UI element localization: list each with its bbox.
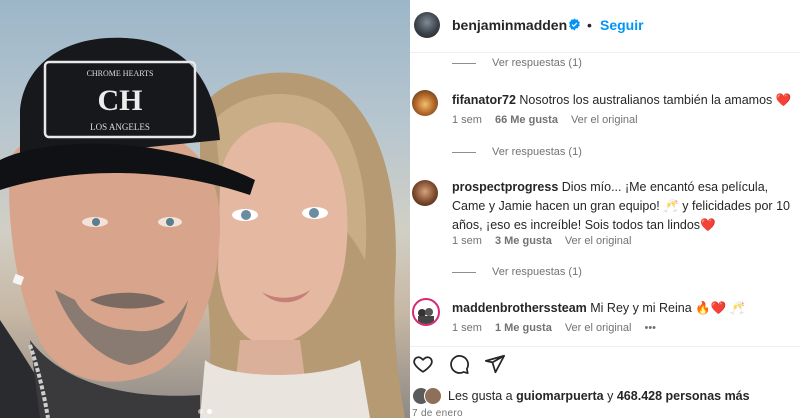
comment-username[interactable]: fifanator72 [452, 93, 516, 107]
view-replies-button[interactable]: Ver respuestas (1) [452, 57, 582, 69]
comment-time: 1 sem [452, 114, 482, 126]
actions-divider [410, 346, 800, 347]
comment-text: fifanator72 Nosotros los australianos ta… [452, 91, 797, 110]
header-separator: • [587, 17, 592, 33]
verified-badge-icon [569, 18, 580, 31]
view-replies-label: Ver respuestas (1) [492, 146, 582, 158]
share-send-icon[interactable] [484, 353, 506, 375]
view-replies-label: Ver respuestas (1) [492, 57, 582, 69]
carousel-dot [198, 409, 203, 414]
view-replies-label: Ver respuestas (1) [492, 266, 582, 278]
post-side-panel: benjaminmadden • Seguir Ver respuestas (… [410, 0, 800, 418]
commenter-avatar[interactable] [412, 298, 440, 326]
comment-time: 1 sem [452, 235, 482, 247]
svg-text:CHROME HEARTS: CHROME HEARTS [87, 69, 154, 78]
comment-likes[interactable]: 3 Me gusta [495, 235, 552, 247]
carousel-dot-active [207, 409, 212, 414]
carousel-indicator [198, 409, 212, 414]
author-avatar[interactable] [414, 12, 440, 38]
commenter-avatar[interactable] [412, 180, 438, 206]
comment-body: Nosotros los australianos también la ama… [519, 93, 792, 107]
see-original-link[interactable]: Ver el original [565, 322, 632, 334]
comment-username[interactable]: maddenbrotherssteam [452, 301, 587, 315]
comment-time: 1 sem [452, 322, 482, 334]
comment-meta: 1 sem 66 Me gusta Ver el original [452, 114, 638, 126]
post-actions [412, 353, 506, 375]
comment-username[interactable]: prospectprogress [452, 180, 558, 194]
comment-meta: 1 sem 1 Me gusta Ver el original ••• [452, 322, 656, 334]
author-username[interactable]: benjaminmadden [452, 17, 567, 33]
couple-selfie-image: CH CHROME HEARTS LOS ANGELES [0, 37, 405, 418]
post-photo[interactable]: CH CHROME HEARTS LOS ANGELES [0, 0, 410, 418]
comment-meta: 1 sem 3 Me gusta Ver el original [452, 235, 631, 247]
post-date: 7 de enero [412, 408, 463, 418]
comment-likes[interactable]: 1 Me gusta [495, 322, 552, 334]
follow-button[interactable]: Seguir [600, 17, 644, 33]
comment-text: maddenbrotherssteam Mi Rey y mi Reina 🔥❤… [452, 299, 797, 318]
comment-likes[interactable]: 66 Me gusta [495, 114, 558, 126]
likes-text: Les gusta a guiomarpuerta y 468.428 pers… [448, 389, 750, 403]
comment-body: Mi Rey y mi Reina 🔥❤️ 🥂 [590, 301, 746, 315]
comment-bubble-icon[interactable] [448, 353, 470, 375]
commenter-avatar[interactable] [412, 90, 438, 116]
comment-text: prospectprogress Dios mío... ¡Me encantó… [452, 178, 797, 235]
likes-prefix: Les gusta a [448, 389, 513, 403]
post-header: benjaminmadden • Seguir [410, 0, 800, 53]
likes-summary[interactable]: Les gusta a guiomarpuerta y 468.428 pers… [412, 387, 750, 405]
instagram-post-view: CH CHROME HEARTS LOS ANGELES benjaminmad… [0, 0, 800, 418]
liker-avatar [424, 387, 442, 405]
replies-line [452, 151, 476, 153]
replies-line [452, 271, 476, 273]
svg-text:LOS ANGELES: LOS ANGELES [90, 122, 150, 132]
likes-conjunction: y [607, 389, 614, 403]
replies-line [452, 62, 476, 64]
avatar-story-ring-icon [418, 308, 434, 324]
view-replies-button[interactable]: Ver respuestas (1) [452, 266, 582, 278]
svg-text:CH: CH [98, 84, 143, 117]
see-original-link[interactable]: Ver el original [565, 235, 632, 247]
liker-username[interactable]: guiomarpuerta [516, 389, 604, 403]
like-heart-icon[interactable] [412, 353, 434, 375]
view-replies-button[interactable]: Ver respuestas (1) [452, 146, 582, 158]
see-original-link[interactable]: Ver el original [571, 114, 638, 126]
likes-count[interactable]: 468.428 personas más [617, 389, 750, 403]
more-options-button[interactable]: ••• [644, 322, 656, 334]
